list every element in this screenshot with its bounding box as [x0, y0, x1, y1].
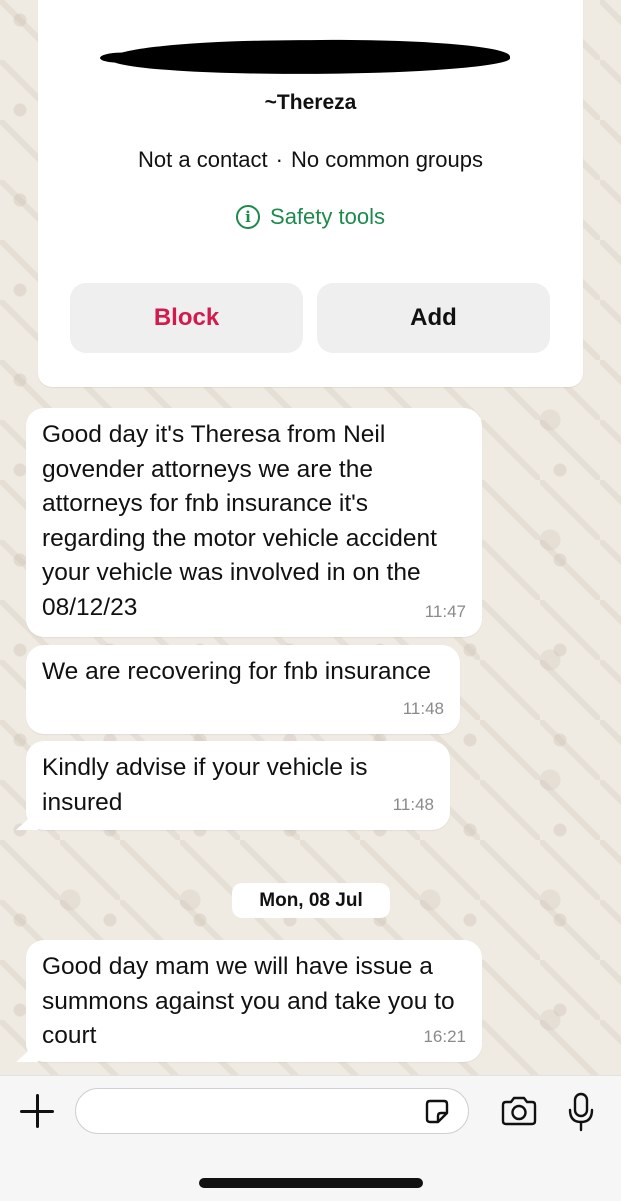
meta-separator: · — [275, 147, 283, 172]
add-contact-button[interactable]: Add — [317, 283, 550, 353]
message-time: 11:48 — [392, 794, 434, 814]
camera-icon[interactable] — [500, 1096, 538, 1126]
message-bubble[interactable]: Good day it's Theresa from Neil govender… — [26, 408, 482, 637]
date-divider: Mon, 08 Jul — [232, 883, 390, 918]
contact-status: Not a contact — [138, 147, 268, 172]
redacted-phone-number — [109, 37, 511, 77]
message-bubble[interactable]: Good day mam we will have issue a summon… — [26, 940, 482, 1062]
plus-icon[interactable] — [20, 1094, 54, 1128]
contact-meta: Not a contact · No common groups — [38, 147, 583, 173]
message-text: Good day it's Theresa from Neil govender… — [42, 421, 437, 621]
home-indicator[interactable] — [199, 1178, 423, 1188]
message-time: 16:21 — [423, 1026, 466, 1046]
common-groups: No common groups — [290, 147, 483, 172]
safety-tools-link[interactable]: i Safety tools — [38, 204, 583, 230]
message-bubble[interactable]: Kindly advise if your vehicle is insured… — [26, 741, 450, 830]
contact-info-card: ~Thereza Not a contact · No common groups … — [38, 0, 583, 387]
message-text: Kindly advise if your vehicle is insured — [42, 754, 368, 816]
contact-name: ~Thereza — [264, 91, 357, 114]
message-composer — [0, 1075, 621, 1201]
sticker-icon[interactable] — [423, 1098, 451, 1126]
microphone-icon[interactable] — [567, 1092, 595, 1132]
message-bubble[interactable]: We are recovering for fnb insurance 11:4… — [26, 645, 460, 734]
message-time: 11:48 — [402, 698, 444, 718]
safety-tools-label: Safety tools — [270, 204, 385, 229]
message-input[interactable] — [75, 1088, 469, 1134]
message-time: 11:47 — [424, 601, 466, 621]
message-text: We are recovering for fnb insurance — [42, 658, 432, 685]
info-icon: i — [236, 205, 261, 229]
block-button[interactable]: Block — [70, 283, 303, 353]
message-text: Good day mam we will have issue a summon… — [42, 953, 455, 1049]
